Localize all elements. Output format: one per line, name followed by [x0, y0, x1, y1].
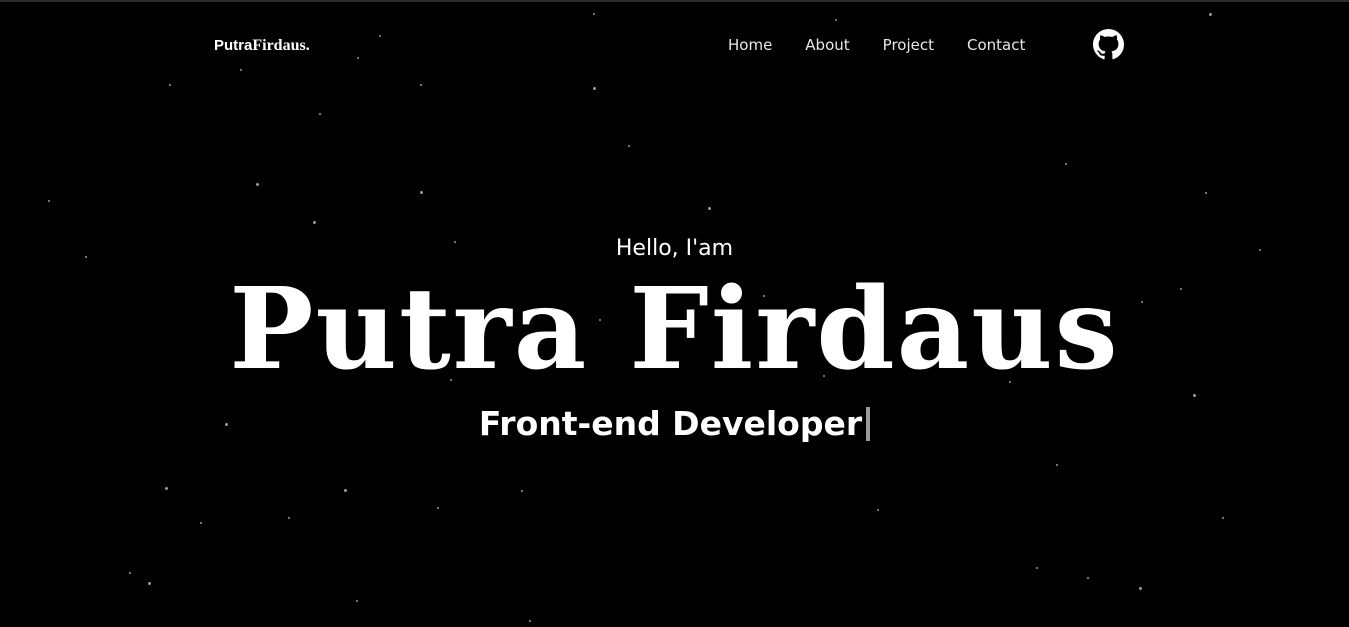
hero-name: Putra Firdaus [229, 264, 1120, 395]
typing-cursor [866, 407, 871, 441]
hero-role-line: Front-end Developer [0, 402, 1349, 446]
hero-greeting: Hello, I'am [615, 236, 734, 261]
hero-role: Front-end Developer [478, 404, 863, 443]
hero-section: Hello, I'am Putra Firdaus Front-end Deve… [0, 0, 1349, 627]
